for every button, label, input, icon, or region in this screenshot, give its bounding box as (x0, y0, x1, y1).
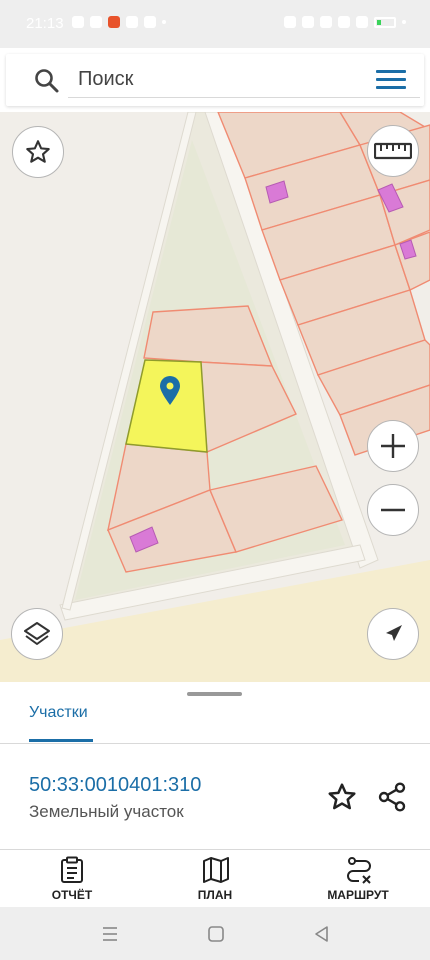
search-input[interactable] (68, 62, 420, 98)
nav-label: МАРШРУТ (327, 888, 389, 902)
hamburger-menu-icon[interactable] (376, 68, 406, 92)
ruler-icon (374, 142, 412, 160)
wps-icon (108, 16, 120, 28)
search-icon[interactable] (34, 68, 60, 94)
whatsapp-icon (72, 16, 84, 28)
home-icon[interactable] (207, 925, 225, 943)
clipboard-icon (61, 856, 83, 883)
recents-menu-icon[interactable] (101, 925, 119, 943)
drag-handle[interactable] (187, 692, 242, 696)
minus-icon (381, 508, 405, 512)
plus-icon (381, 434, 405, 458)
status-time: 21:13 (26, 15, 64, 32)
vibrate-icon (284, 16, 296, 28)
charging-icon (402, 20, 406, 24)
map-plan-icon (203, 857, 229, 883)
nav-label: ПЛАН (197, 888, 233, 902)
nav-report-button[interactable]: ОТЧЁТ (12, 856, 132, 906)
dot-icon (162, 20, 166, 24)
battery-icon (374, 16, 396, 28)
cloud-icon (90, 16, 102, 28)
status-left-icons (72, 16, 166, 28)
bluetooth-icon (302, 16, 314, 28)
card-icon (144, 16, 156, 28)
divider (0, 743, 430, 744)
volte-icon (338, 16, 350, 28)
navigation-arrow-icon (386, 625, 402, 641)
share-icon[interactable] (376, 781, 408, 813)
location-icon (320, 16, 332, 28)
layers-button[interactable] (11, 608, 63, 660)
route-icon (347, 857, 371, 884)
my-location-button[interactable] (367, 608, 419, 660)
ruler-button[interactable] (367, 125, 419, 177)
star-icon (26, 140, 50, 163)
nav-label: ОТЧЁТ (51, 888, 93, 902)
layers-icon (24, 622, 50, 645)
zoom-out-button[interactable] (367, 484, 419, 536)
map-canvas[interactable] (0, 112, 430, 682)
favorite-star-icon[interactable] (326, 781, 358, 813)
signal-icon (356, 16, 368, 28)
favorite-star-button[interactable] (12, 126, 64, 178)
nav-route-button[interactable]: МАРШРУТ (298, 856, 418, 906)
zoom-in-button[interactable] (367, 420, 419, 472)
map-view[interactable] (0, 112, 430, 682)
back-icon[interactable] (313, 925, 331, 943)
divider (0, 849, 430, 850)
cadastral-number-link[interactable]: 50:33:0010401:310 (29, 774, 201, 797)
nav-plan-button[interactable]: ПЛАН (155, 856, 275, 906)
tab-parcels[interactable]: Участки (29, 704, 88, 722)
status-right-icons (284, 16, 406, 28)
location-icon (126, 16, 138, 28)
parcel-type-label: Земельный участок (29, 802, 184, 821)
tab-active-indicator (29, 739, 93, 742)
status-bar: 21:13 (0, 0, 430, 48)
system-navigation-bar (0, 907, 430, 960)
search-bar (6, 54, 424, 106)
